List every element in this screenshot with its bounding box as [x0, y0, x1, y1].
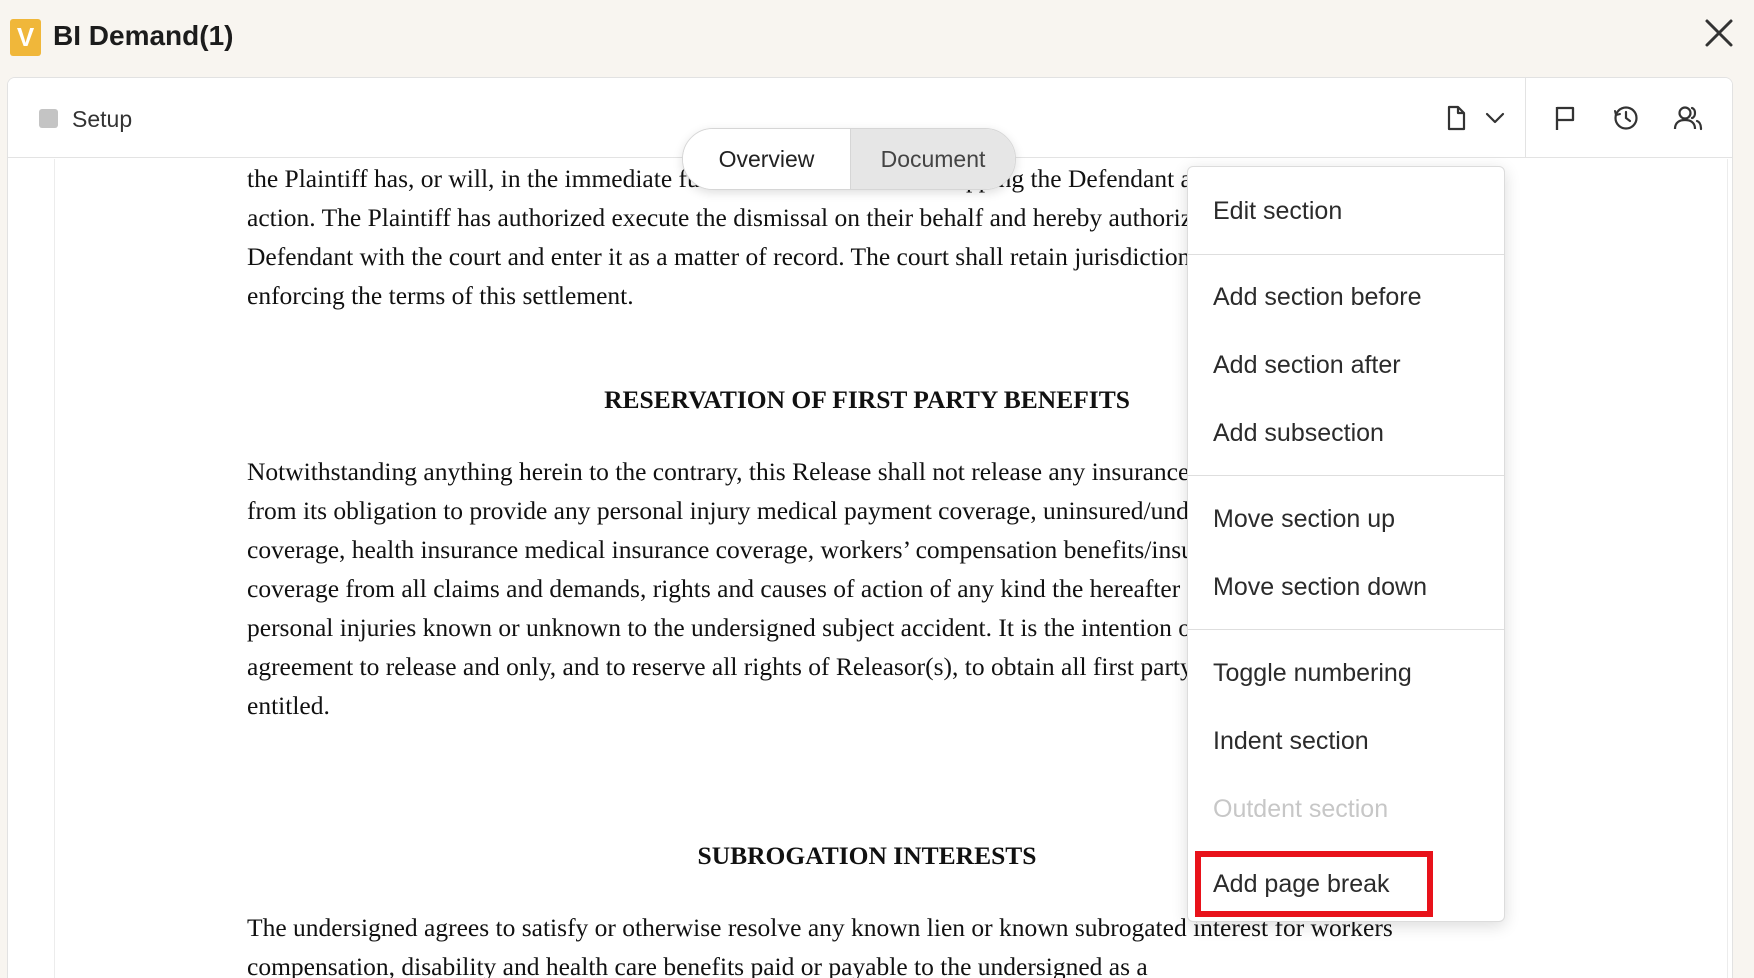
tab-overview[interactable]: Overview	[683, 129, 850, 189]
close-button[interactable]	[1700, 14, 1738, 52]
section-context-menu: Edit section Add section before Add sect…	[1187, 166, 1505, 922]
menu-edit-section[interactable]: Edit section	[1188, 181, 1504, 241]
menu-move-section-down[interactable]: Move section down	[1188, 557, 1504, 617]
menu-add-section-before[interactable]: Add section before	[1188, 267, 1504, 327]
collaborators-button[interactable]	[1670, 100, 1706, 136]
header-divider	[1525, 78, 1526, 158]
menu-add-page-break[interactable]: Add page break	[1188, 854, 1504, 914]
history-icon	[1614, 106, 1638, 130]
menu-indent-section[interactable]: Indent section	[1188, 711, 1504, 771]
view-toggle: Overview Document	[682, 128, 1016, 190]
app-logo: V	[10, 19, 41, 56]
title-bar: V BI Demand(1)	[0, 0, 1754, 76]
tab-document[interactable]: Document	[849, 129, 1015, 189]
menu-move-section-up[interactable]: Move section up	[1188, 489, 1504, 549]
document-dropdown-button[interactable]	[1477, 100, 1513, 136]
history-button[interactable]	[1608, 100, 1644, 136]
flag-icon	[1555, 106, 1575, 130]
users-icon	[1673, 106, 1703, 131]
menu-divider	[1188, 475, 1504, 476]
menu-outdent-section: Outdent section	[1213, 795, 1389, 823]
menu-add-section-after[interactable]: Add section after	[1188, 335, 1504, 395]
setup-label[interactable]: Setup	[72, 106, 132, 133]
menu-toggle-numbering[interactable]: Toggle numbering	[1188, 643, 1504, 703]
menu-divider	[1188, 629, 1504, 630]
flag-button[interactable]	[1547, 100, 1583, 136]
document-icon	[1447, 105, 1466, 131]
setup-checkbox[interactable]	[39, 109, 58, 128]
app-title: BI Demand(1)	[53, 20, 234, 51]
document-menu-button[interactable]	[1438, 100, 1474, 136]
menu-add-subsection[interactable]: Add subsection	[1188, 403, 1504, 463]
chevron-down-icon	[1485, 112, 1505, 124]
menu-divider	[1188, 254, 1504, 255]
close-icon	[1705, 19, 1733, 47]
